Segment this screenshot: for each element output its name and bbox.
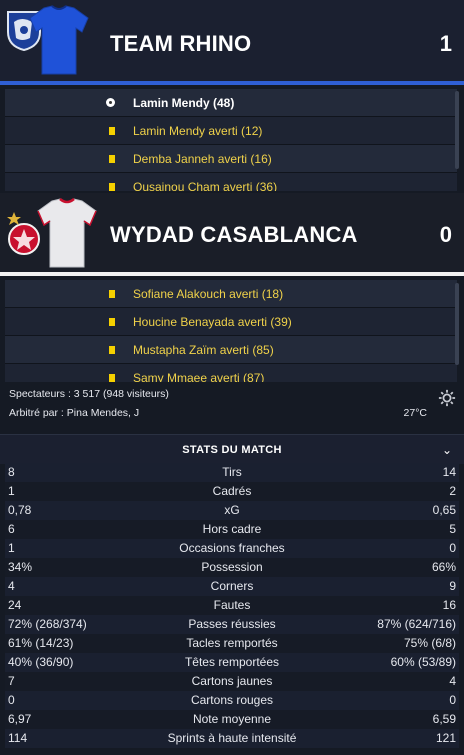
event-row: Ousainou Cham averti (36) — [5, 173, 457, 191]
stat-row: 4 Corners 9 — [5, 577, 459, 596]
yellow-card-icon — [109, 182, 115, 191]
away-events-list[interactable]: Sofiane Alakouch averti (18) Houcine Ben… — [5, 280, 457, 382]
stat-row: 6 Hors cadre 5 — [5, 520, 459, 539]
event-row: Mustapha Zaïm averti (85) — [5, 336, 457, 364]
event-row: Houcine Benayada averti (39) — [5, 308, 457, 336]
yellow-card-icon — [109, 154, 115, 163]
event-row: Sofiane Alakouch averti (18) — [5, 280, 457, 308]
event-text[interactable]: Lamin Mendy averti (12) — [133, 124, 262, 138]
event-row: Samy Mmaee averti (87) — [5, 364, 457, 382]
stat-row: 0,78 xG 0,65 — [5, 501, 459, 520]
stat-away-value: 2 — [449, 484, 456, 498]
spectators-text: Spectateurs : 3 517 (948 visiteurs) — [9, 388, 169, 400]
stat-label: Fautes — [213, 598, 251, 612]
goal-ball-icon — [106, 98, 115, 107]
match-stats-table: 8 Tirs 14 1 Cadrés 2 0,78 xG 0,65 6 Hors cadre 5… — [5, 463, 459, 748]
stat-row: 0 Cartons rouges 0 — [5, 691, 459, 710]
stat-row: 24 Fautes 16 — [5, 596, 459, 615]
yellow-card-icon — [109, 289, 115, 298]
stat-away-value: 87% (624/716) — [377, 617, 456, 631]
event-row: Lamin Mendy (48) — [5, 89, 457, 117]
event-text[interactable]: Houcine Benayada averti (39) — [133, 315, 292, 329]
yellow-card-icon — [109, 345, 115, 354]
stat-away-value: 6,59 — [432, 712, 456, 726]
stat-away-value: 9 — [449, 579, 456, 593]
stat-label: Sprints à haute intensité — [167, 731, 297, 745]
event-row: Lamin Mendy averti (12) — [5, 117, 457, 145]
stat-away-value: 66% — [431, 560, 456, 574]
event-text[interactable]: Ousainou Cham averti (36) — [133, 180, 277, 192]
stat-label: Tirs — [222, 465, 242, 479]
stat-row: 40% (36/90) Têtes remportées 60% (53/89) — [5, 653, 459, 672]
stat-row: 61% (14/23) Tacles remportés 75% (6/8) — [5, 634, 459, 653]
stat-label: xG — [224, 503, 240, 517]
home-events-list[interactable]: Lamin Mendy (48) Lamin Mendy averti (12)… — [5, 89, 457, 191]
event-text[interactable]: Lamin Mendy (48) — [133, 96, 234, 110]
referee-text: Arbitré par : Pina Mendes, J — [9, 407, 140, 419]
stat-row: 1 Occasions franches 0 — [5, 539, 459, 558]
home-events-scrollbar[interactable] — [455, 91, 459, 169]
stat-label: Occasions franches — [179, 541, 285, 555]
stat-label: Hors cadre — [202, 522, 262, 536]
away-events-scrollbar[interactable] — [455, 283, 459, 365]
stat-label: Possession — [201, 560, 263, 574]
stat-label: Note moyenne — [192, 712, 272, 726]
stat-label: Tacles remportés — [186, 636, 278, 650]
home-kit-shirt-icon — [29, 5, 89, 75]
stat-row: 114 Sprints à haute intensité 121 — [5, 729, 459, 748]
stat-away-value: 75% (6/8) — [403, 636, 456, 650]
home-team-score: 1 — [439, 31, 452, 56]
stat-label: Corners — [210, 579, 254, 593]
away-kit-shirt-icon — [37, 198, 97, 268]
stat-away-value: 4 — [449, 674, 456, 688]
stat-away-value: 0,65 — [432, 503, 456, 517]
yellow-card-icon — [109, 317, 115, 326]
away-team-name[interactable]: WYDAD CASABLANCA — [110, 222, 358, 248]
event-text[interactable]: Demba Janneh averti (16) — [133, 152, 272, 166]
stat-away-value: 5 — [449, 522, 456, 536]
event-row: Demba Janneh averti (16) — [5, 145, 457, 173]
match-stats-header[interactable]: STATS DU MATCH ⌄ — [0, 434, 464, 464]
gear-icon[interactable] — [438, 389, 456, 407]
stat-away-value: 60% (53/89) — [390, 655, 456, 669]
stat-row: 8 Tirs 14 — [5, 463, 459, 482]
stat-row: 72% (268/374) Passes réussies 87% (624/716… — [5, 615, 459, 634]
away-team-score: 0 — [439, 222, 452, 247]
stat-away-value: 16 — [442, 598, 456, 612]
stat-row: 1 Cadrés 2 — [5, 482, 459, 501]
event-text[interactable]: Sofiane Alakouch averti (18) — [133, 287, 283, 301]
yellow-card-icon — [109, 373, 115, 382]
event-text[interactable]: Samy Mmaee averti (87) — [133, 371, 264, 383]
stat-away-value: 121 — [435, 731, 456, 745]
stat-label: Cadrés — [212, 484, 252, 498]
match-stats-title: STATS DU MATCH — [182, 444, 282, 456]
stat-away-value: 14 — [442, 465, 456, 479]
event-text[interactable]: Mustapha Zaïm averti (85) — [133, 343, 274, 357]
stat-row: 6,97 Note moyenne 6,59 — [5, 710, 459, 729]
stat-label: Cartons jaunes — [191, 674, 273, 688]
stat-away-value: 0 — [449, 541, 456, 555]
home-team-name[interactable]: TEAM RHINO — [110, 31, 251, 57]
home-team-header: TEAM RHINO 1 — [0, 0, 464, 85]
yellow-card-icon — [109, 126, 115, 135]
temperature-text: 27°C — [403, 407, 427, 419]
stat-away-value: 0 — [449, 693, 456, 707]
stat-label: Cartons rouges — [190, 693, 274, 707]
stat-row: 34% Possession 66% — [5, 558, 459, 577]
away-team-header: WYDAD CASABLANCA 0 — [0, 193, 464, 276]
stat-row: 7 Cartons jaunes 4 — [5, 672, 459, 691]
chevron-down-icon[interactable]: ⌄ — [442, 443, 452, 457]
